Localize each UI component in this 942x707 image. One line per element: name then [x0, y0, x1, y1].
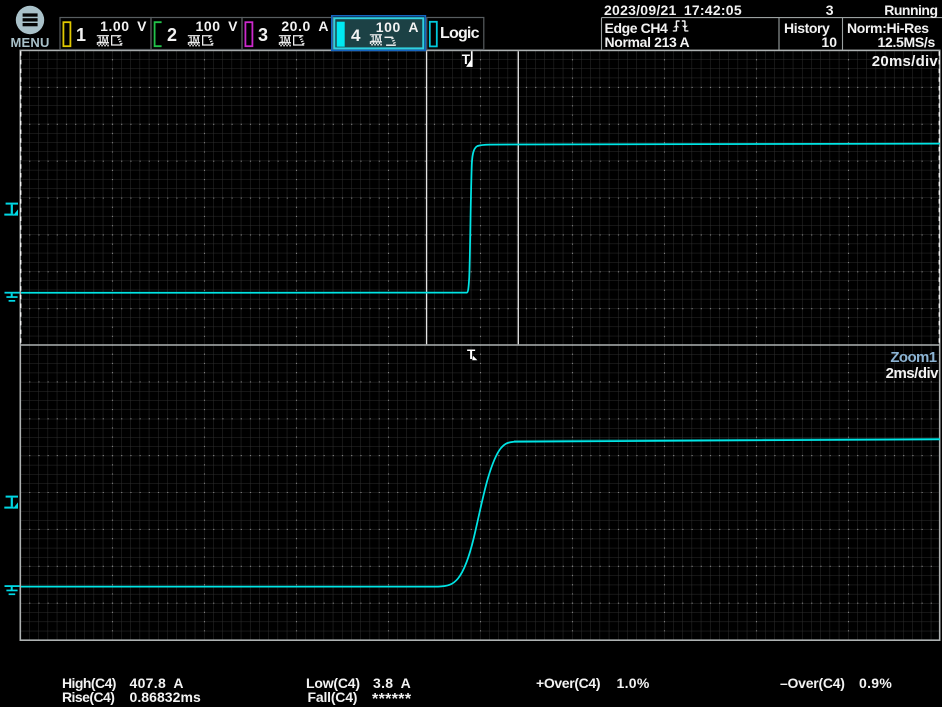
- svg-text:T: T: [462, 52, 471, 67]
- svg-text:T: T: [467, 347, 476, 362]
